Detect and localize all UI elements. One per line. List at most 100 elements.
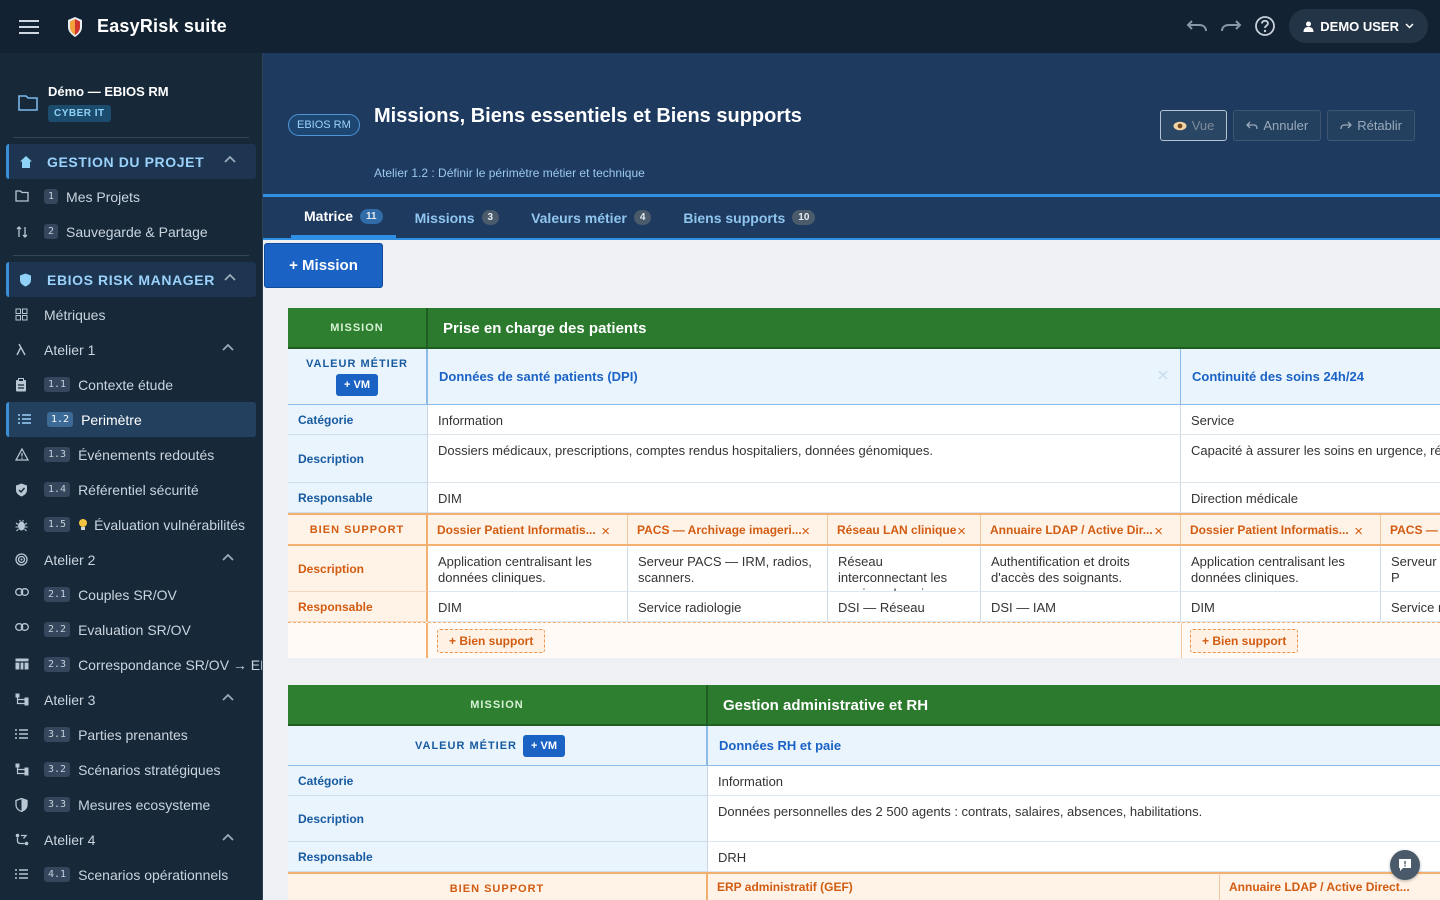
vm-name[interactable]: Données RH et paie xyxy=(708,726,1440,765)
item-label: Métriques xyxy=(44,306,106,323)
cancel-button[interactable]: Annuler xyxy=(1233,110,1322,141)
tab-label: Matrice xyxy=(304,208,354,224)
sidebar-item-atelier-2[interactable]: Atelier 2 xyxy=(0,542,262,577)
sidebar-item-atelier-3[interactable]: Atelier 3 xyxy=(0,682,262,717)
item-label: Contexte étude xyxy=(78,376,174,393)
chat-button[interactable] xyxy=(1390,850,1420,880)
bs-name-text: PACS — Archivage imageri... xyxy=(637,522,802,537)
bien-support-row: BIEN SUPPORT ERP administratif (GEF) Ann… xyxy=(288,872,1440,900)
item-number: 3.2 xyxy=(44,762,71,777)
user-menu-button[interactable]: DEMO USER xyxy=(1289,9,1428,43)
sidebar-item-evaluation-vulnerabilites[interactable]: 1.5 Évaluation vulnérabilités xyxy=(0,507,262,542)
item-number: 3.1 xyxy=(44,727,71,742)
shield-icon xyxy=(19,273,33,287)
responsable-label: Responsable xyxy=(288,842,708,872)
redo-button[interactable]: Rétablir xyxy=(1327,110,1415,141)
help-icon[interactable] xyxy=(1253,14,1277,38)
sidebar-item-metriques[interactable]: Métriques xyxy=(0,297,262,332)
bs-name[interactable]: Annuaire LDAP / Active Dir... × xyxy=(981,515,1181,544)
mission-title[interactable]: Prise en charge des patients xyxy=(443,320,646,337)
add-bien-support-button[interactable]: + Bien support xyxy=(437,629,546,653)
chevron-down-icon xyxy=(1405,23,1414,29)
sidebar-item-scenarios-strategiques[interactable]: 3.2 Scénarios stratégiques xyxy=(0,752,262,787)
sidebar-item-scenarios-operationnels[interactable]: 4.1 Scenarios opérationnels xyxy=(0,857,262,892)
bs-name-text: Réseau LAN clinique xyxy=(837,522,957,537)
vm-category: Information xyxy=(708,766,1440,796)
home-icon xyxy=(19,155,33,169)
project-selector[interactable]: Démo — EBIOS RM CYBER IT xyxy=(0,53,262,137)
item-number: 2 xyxy=(44,224,59,239)
add-mission-button[interactable]: + Mission xyxy=(264,243,383,288)
bs-description: Application centralisant les données cli… xyxy=(428,546,628,592)
redo-label: Rétablir xyxy=(1357,118,1402,133)
add-bien-support-button[interactable]: + Bien support xyxy=(1190,629,1299,653)
sidebar-item-evenements-redoutes[interactable]: 1.3 Événements redoutés xyxy=(0,437,262,472)
close-icon[interactable]: × xyxy=(1154,523,1163,540)
tab-missions[interactable]: Missions 3 xyxy=(402,197,512,238)
bs-description-row: Description Application centralisant les… xyxy=(288,546,1440,592)
category-row: Catégorie Information Service xyxy=(288,405,1440,435)
vm-category: Information xyxy=(428,405,1181,435)
add-vm-button[interactable]: + VM xyxy=(523,734,565,757)
bs-description: Authentification et droits d'accès des s… xyxy=(981,546,1181,592)
tab-biens-supports[interactable]: Biens supports 10 xyxy=(670,197,828,238)
tab-valeurs-metier[interactable]: Valeurs métier 4 xyxy=(518,197,664,238)
sidebar-item-mesures-ecosysteme[interactable]: 3.3 Mesures ecosysteme xyxy=(0,787,262,822)
item-number: 1.1 xyxy=(44,377,71,392)
add-vm-button[interactable]: + VM xyxy=(336,373,378,396)
vm-category: Service xyxy=(1181,405,1440,435)
mission-card: MISSION Gestion administrative et RH VAL… xyxy=(288,685,1440,900)
bs-name-text: Annuaire LDAP / Active Dir... xyxy=(990,522,1153,537)
close-icon[interactable]: × xyxy=(957,523,966,540)
undo-icon[interactable] xyxy=(1185,14,1209,38)
sidebar-item-perimetre[interactable]: 1.2 Perimètre xyxy=(6,402,256,437)
item-label: Atelier 4 xyxy=(44,831,96,848)
menu-icon[interactable] xyxy=(18,16,40,38)
vm-name[interactable]: Continuité des soins 24h/24 xyxy=(1181,349,1440,404)
bs-description: Serveur P scanners xyxy=(1381,546,1440,592)
bs-name[interactable]: PACS — Archivage imageri... × xyxy=(628,515,828,544)
item-number: 1.2 xyxy=(47,412,74,427)
bs-name[interactable]: ERP administratif (GEF) xyxy=(708,874,1220,900)
hierarchy-icon xyxy=(15,763,29,777)
close-icon[interactable] xyxy=(1158,370,1168,380)
method-badge: EBIOS RM xyxy=(288,114,360,136)
bs-responsable: DIM xyxy=(428,592,628,622)
sidebar-item-referentiel-securite[interactable]: 1.4 Référentiel sécurité xyxy=(0,472,262,507)
sidebar-item-parties-prenantes[interactable]: 3.1 Parties prenantes xyxy=(0,717,262,752)
sidebar-item-correspondance-sr-ov[interactable]: 2.3 Correspondance SR/OV → ER xyxy=(0,647,262,682)
bs-name[interactable]: PACS — A xyxy=(1381,515,1440,544)
bs-name[interactable]: Dossier Patient Informatis... × xyxy=(428,515,628,544)
section-ebios-risk-manager[interactable]: EBIOS RISK MANAGER xyxy=(6,262,256,297)
sidebar-item-mes-projets[interactable]: 1 Mes Projets xyxy=(0,179,262,214)
item-label: Parties prenantes xyxy=(78,726,188,743)
section-gestion-projet[interactable]: GESTION DU PROJET xyxy=(6,144,256,179)
undo-arrow-icon xyxy=(1246,121,1259,131)
lightbulb-icon xyxy=(78,518,88,531)
redo-icon[interactable] xyxy=(1219,14,1243,38)
description-label: Description xyxy=(288,435,428,483)
sidebar-item-sauvegarde-partage[interactable]: 2 Sauvegarde & Partage xyxy=(0,214,262,249)
bs-responsable: DSI — Réseau xyxy=(828,592,981,622)
sidebar-item-atelier-4[interactable]: Atelier 4 xyxy=(0,822,262,857)
bs-name-text: PACS — A xyxy=(1390,522,1440,537)
sidebar-item-atelier-1[interactable]: Atelier 1 xyxy=(0,332,262,367)
bs-name[interactable]: Dossier Patient Informatis... × xyxy=(1181,515,1381,544)
chat-icon xyxy=(1398,858,1412,872)
mission-title[interactable]: Gestion administrative et RH xyxy=(723,697,928,714)
item-label: Référentiel sécurité xyxy=(78,481,199,498)
close-icon[interactable]: × xyxy=(1354,523,1363,540)
sidebar-item-couples-sr-ov[interactable]: 2.1 Couples SR/OV xyxy=(0,577,262,612)
bs-name[interactable]: Réseau LAN clinique × xyxy=(828,515,981,544)
sidebar-item-evaluation-sr-ov[interactable]: 2.2 Evaluation SR/OV xyxy=(0,612,262,647)
view-button[interactable]: Vue xyxy=(1159,110,1228,141)
tab-matrice[interactable]: Matrice 11 xyxy=(291,197,396,238)
clipboard-icon xyxy=(15,377,29,392)
item-label: Atelier 2 xyxy=(44,551,96,568)
close-icon[interactable]: × xyxy=(801,523,810,540)
sidebar-item-contexte-etude[interactable]: 1.1 Contexte étude xyxy=(0,367,262,402)
vm-name[interactable]: Données de santé patients (DPI) xyxy=(428,349,1181,404)
valeur-metier-row: VALEUR MÉTIER + VM Données RH et paie xyxy=(288,726,1440,766)
close-icon[interactable]: × xyxy=(601,523,610,540)
shield-logo-icon xyxy=(66,16,84,38)
